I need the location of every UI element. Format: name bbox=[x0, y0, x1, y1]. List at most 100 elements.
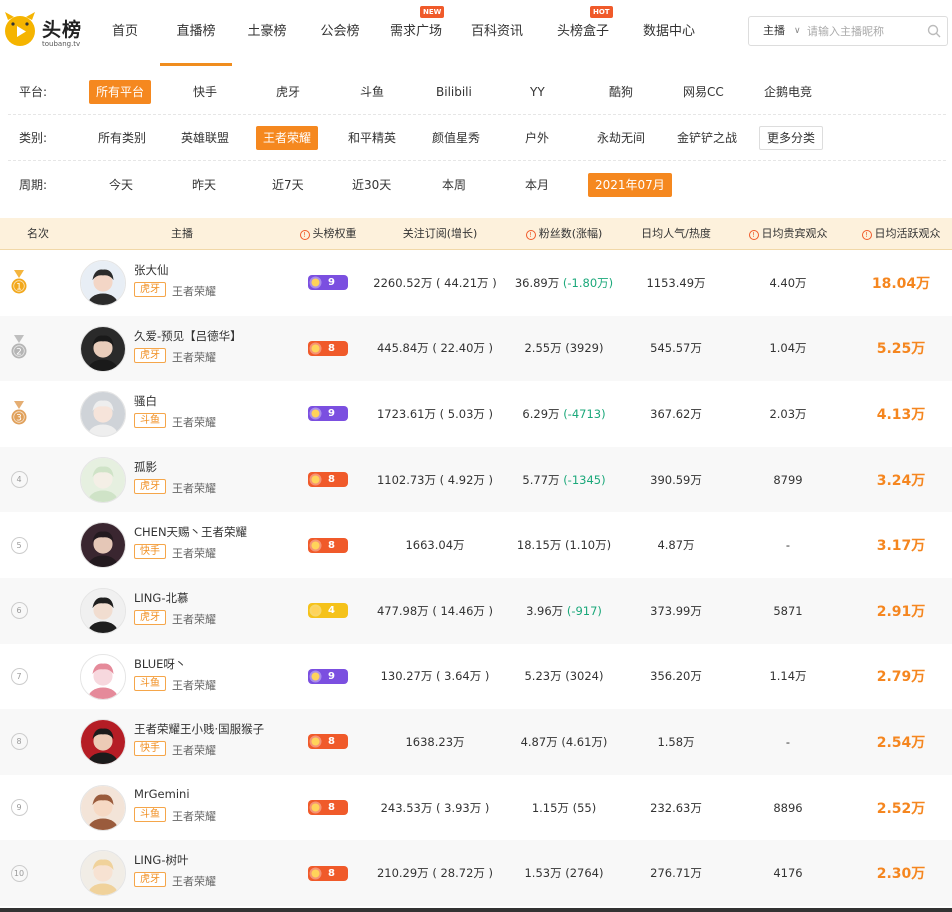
weight-badge: 8 bbox=[308, 734, 348, 750]
avatar[interactable] bbox=[80, 456, 126, 503]
platform-option-kugou[interactable]: 酷狗 bbox=[602, 80, 640, 104]
table-row[interactable]: 5 CHEN天赐丶王者荣耀 快手 王者荣耀 8 1663.04万 18.15万 (1.10万… bbox=[0, 512, 952, 578]
search-icon[interactable] bbox=[927, 24, 941, 38]
category-option-lol[interactable]: 英雄联盟 bbox=[174, 126, 236, 150]
rank-medal-icon: 2 bbox=[11, 335, 27, 359]
search-input[interactable] bbox=[807, 20, 925, 42]
table-row[interactable]: 4 孤影 虎牙 王者荣耀 8 1102.73万 ( 4.92万 ) 5.77万 (-1345… bbox=[0, 446, 952, 513]
avatar[interactable] bbox=[80, 325, 126, 372]
nav-live-ranking[interactable]: 直播榜 bbox=[160, 0, 232, 66]
nav-guild-ranking[interactable]: 公会榜 bbox=[302, 0, 378, 66]
logo-subtext: toubang.tv bbox=[42, 40, 81, 48]
category-option-naraka[interactable]: 永劫无间 bbox=[590, 126, 652, 150]
rank-number: 6 bbox=[10, 602, 28, 620]
table-row[interactable]: 6 LING-北慕 虎牙 王者荣耀 4 477.98万 ( 14.46万 ) 3.96万 (… bbox=[0, 577, 952, 644]
site-logo[interactable]: 头榜 toubang.tv bbox=[2, 8, 92, 58]
header-fans[interactable]: ! 粉丝数(涨幅) bbox=[512, 218, 616, 250]
avatar[interactable] bbox=[80, 522, 126, 569]
avatar[interactable] bbox=[80, 784, 126, 831]
category-option-all[interactable]: 所有类别 bbox=[91, 126, 153, 150]
follow-cell: 1663.04万 bbox=[405, 538, 465, 553]
streamer-name[interactable]: 孤影 bbox=[134, 459, 157, 475]
active-viewers-cell: 5.25万 bbox=[876, 341, 926, 358]
avatar[interactable] bbox=[80, 653, 126, 700]
platform-tag: 斗鱼 bbox=[134, 806, 166, 822]
info-icon[interactable]: ! bbox=[299, 230, 310, 240]
streamer-name[interactable]: LING-北慕 bbox=[134, 590, 188, 606]
streamer-name[interactable]: 骚白 bbox=[134, 393, 157, 409]
streamer-name[interactable]: 张大仙 bbox=[134, 262, 169, 278]
table-row[interactable]: 3 骚白 斗鱼 王者荣耀 9 1723.61万 ( 5.03万 ) 6.29万 (-4713… bbox=[0, 381, 952, 447]
fans-change: (-917) bbox=[566, 603, 602, 618]
period-option-yesterday[interactable]: 昨天 bbox=[185, 173, 223, 197]
nav-encyclopedia[interactable]: 百科资讯 bbox=[454, 0, 540, 66]
streamer-name[interactable]: LING-树叶 bbox=[134, 852, 188, 868]
streamer-name[interactable]: BLUE呀丶 bbox=[134, 656, 186, 672]
weight-cell: 8 bbox=[308, 447, 348, 513]
active-viewers-cell: 3.17万 bbox=[876, 538, 926, 555]
period-option-30days[interactable]: 近30天 bbox=[345, 173, 398, 197]
follow-cell: 243.53万 ( 3.93万 ) bbox=[380, 800, 490, 815]
streamer-name[interactable]: 王者荣耀王小贱·国服猴子 bbox=[134, 721, 264, 737]
streamer-name[interactable]: 久爱-预见【吕德华】 bbox=[134, 328, 242, 344]
chevron-down-icon[interactable]: ∨ bbox=[794, 17, 801, 45]
period-option-this-month[interactable]: 本月 bbox=[518, 173, 556, 197]
header-vip-viewers[interactable]: ! 日均贵宾观众 bbox=[742, 218, 834, 250]
avatar[interactable] bbox=[80, 391, 126, 438]
category-label: 王者荣耀 bbox=[172, 350, 216, 364]
info-icon[interactable]: ! bbox=[861, 230, 872, 240]
top-header: 头榜 toubang.tv 首页 直播榜 土豪榜 公会榜 需求广场 NEW 百科… bbox=[0, 0, 952, 66]
category-option-outdoor[interactable]: 户外 bbox=[518, 126, 556, 150]
platform-option-kuaishou[interactable]: 快手 bbox=[186, 80, 224, 104]
active-viewers-cell: 18.04万 bbox=[871, 275, 931, 292]
platform-option-huya[interactable]: 虎牙 bbox=[269, 80, 307, 104]
platform-option-netease-cc[interactable]: 网易CC bbox=[676, 80, 731, 104]
search-type-select[interactable]: 主播 bbox=[763, 17, 785, 45]
category-label: 王者荣耀 bbox=[172, 875, 216, 889]
header-follow[interactable]: 关注订阅(增长) bbox=[390, 218, 490, 250]
table-row[interactable]: 10 LING-树叶 虎牙 王者荣耀 8 210.29万 ( 28.72万 ) 1.53万 … bbox=[0, 840, 952, 906]
nav-data-center[interactable]: 数据中心 bbox=[626, 0, 712, 66]
nav-demand-square[interactable]: 需求广场 NEW bbox=[378, 0, 454, 66]
category-option-peace-elite[interactable]: 和平精英 bbox=[341, 126, 403, 150]
info-icon[interactable]: ! bbox=[525, 230, 536, 240]
nav-toubang-box[interactable]: 头榜盒子 HOT bbox=[540, 0, 626, 66]
avatar[interactable] bbox=[80, 260, 126, 306]
platform-option-yy[interactable]: YY bbox=[523, 80, 552, 104]
avatar[interactable] bbox=[80, 850, 126, 897]
category-option-tft[interactable]: 金铲铲之战 bbox=[670, 126, 744, 150]
header-weight[interactable]: ! 头榜权重 bbox=[296, 218, 360, 250]
rank-number: 4 bbox=[10, 471, 28, 489]
weight-level: 8 bbox=[328, 802, 335, 814]
hot-badge: HOT bbox=[590, 6, 613, 18]
table-row[interactable]: 8 王者荣耀王小贱·国服猴子 快手 王者荣耀 8 1638.23万 4.87万 (4.61万… bbox=[0, 709, 952, 775]
platform-filter-row: 平台: 所有平台 快手 虎牙 斗鱼 Bilibili YY 酷狗 网易CC 企鹅… bbox=[8, 69, 946, 115]
table-row[interactable]: 1 张大仙 虎牙 王者荣耀 9 2260.52万 ( 44.21万 ) 36.89万 (-1… bbox=[0, 250, 952, 316]
platform-tag: 虎牙 bbox=[134, 282, 166, 297]
streamer-name[interactable]: CHEN天赐丶王者荣耀 bbox=[134, 524, 247, 540]
category-option-honor-of-kings[interactable]: 王者荣耀 bbox=[256, 126, 319, 150]
period-option-this-week[interactable]: 本周 bbox=[435, 173, 473, 197]
popularity-cell: 1153.49万 bbox=[646, 275, 706, 290]
more-categories-button[interactable]: 更多分类 bbox=[759, 126, 824, 150]
table-row[interactable]: 2 久爱-预见【吕德华】 虎牙 王者荣耀 8 445.84万 ( 22.40万 ) 2.55… bbox=[0, 315, 952, 382]
streamer-name[interactable]: MrGemini bbox=[134, 787, 190, 801]
platform-option-penguin[interactable]: 企鹅电竞 bbox=[757, 80, 819, 104]
table-row[interactable]: 9 MrGemini 斗鱼 王者荣耀 8 243.53万 ( 3.93万 ) 1.15万 (… bbox=[0, 775, 952, 841]
platform-option-all[interactable]: 所有平台 bbox=[89, 80, 152, 104]
period-option-2021-07[interactable]: 2021年07月 bbox=[588, 173, 672, 197]
nav-tycoon-ranking[interactable]: 土豪榜 bbox=[232, 0, 302, 66]
period-option-7days[interactable]: 近7天 bbox=[265, 173, 311, 197]
nav-home[interactable]: 首页 bbox=[90, 0, 160, 66]
info-icon[interactable]: ! bbox=[748, 230, 759, 240]
fans-cell: 2.55万 (3929) bbox=[502, 316, 626, 382]
table-row[interactable]: 7 BLUE呀丶 斗鱼 王者荣耀 9 130.27万 ( 3.64万 ) 5.23万 (30… bbox=[0, 644, 952, 710]
category-option-showroom[interactable]: 颜值星秀 bbox=[425, 126, 487, 150]
platform-option-bilibili[interactable]: Bilibili bbox=[429, 80, 479, 104]
avatar[interactable] bbox=[80, 587, 126, 634]
period-option-today[interactable]: 今天 bbox=[102, 173, 140, 197]
header-active-viewers[interactable]: ! 日均活跃观众 bbox=[855, 218, 947, 250]
platform-option-douyu[interactable]: 斗鱼 bbox=[353, 80, 391, 104]
avatar[interactable] bbox=[80, 719, 126, 766]
header-popularity[interactable]: 日均人气/热度 bbox=[630, 218, 722, 250]
